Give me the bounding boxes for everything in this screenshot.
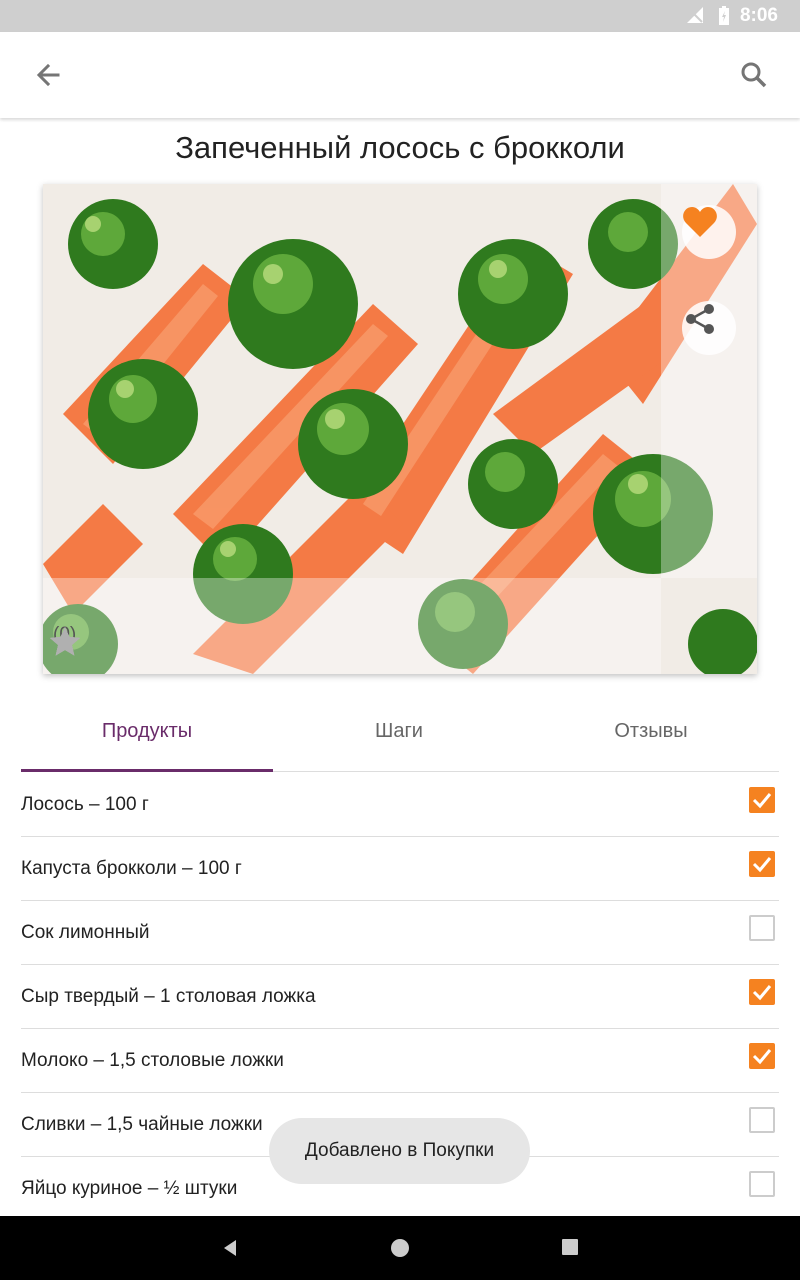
check-icon <box>752 857 772 873</box>
check-icon <box>752 793 772 809</box>
nav-back-icon[interactable] <box>220 1238 240 1263</box>
favorite-button[interactable] <box>682 205 736 259</box>
list-item: Молоко – 1,5 столовые ложки <box>21 1029 779 1093</box>
back-arrow-icon[interactable] <box>30 57 66 93</box>
ingredient-label: Сливки – 1,5 чайные ложки <box>21 1113 263 1135</box>
clock: 8:06 <box>739 5 778 26</box>
ingredient-checkbox[interactable] <box>749 1043 775 1069</box>
ingredient-checkbox[interactable] <box>749 979 775 1005</box>
ingredient-checkbox[interactable] <box>749 915 775 941</box>
list-item: Сыр твердый – 1 столовая ложка <box>21 965 779 1029</box>
rating-stars[interactable]: (0) <box>47 624 80 656</box>
ingredient-label: Яйцо куриное – ½ штуки <box>21 1177 238 1199</box>
ingredient-label: Капуста брокколи – 100 г <box>21 857 242 879</box>
star-icon[interactable] <box>47 624 83 660</box>
ingredient-label: Лосось – 100 г <box>21 793 149 815</box>
no-signal-icon <box>686 6 704 29</box>
share-icon <box>686 304 714 334</box>
nav-home-icon[interactable] <box>390 1238 410 1263</box>
ingredient-checkbox[interactable] <box>749 1171 775 1197</box>
recipe-tabs: Продукты Шаги Отзывы <box>21 690 779 772</box>
battery-icon <box>718 6 730 31</box>
nav-recents-icon[interactable] <box>561 1238 579 1261</box>
image-bottom-overlay <box>43 578 661 674</box>
tab-steps[interactable]: Шаги <box>273 690 525 772</box>
recipe-title: Запеченный лосось с брокколи <box>175 130 625 165</box>
app-bar <box>0 32 800 118</box>
ingredient-label: Сыр твердый – 1 столовая ложка <box>21 985 316 1007</box>
list-item: Сок лимонный <box>21 901 779 965</box>
heart-icon <box>683 207 717 237</box>
check-icon <box>752 985 772 1001</box>
search-icon[interactable] <box>736 57 772 93</box>
tab-products[interactable]: Продукты <box>21 690 273 772</box>
ingredient-checkbox[interactable] <box>749 1107 775 1133</box>
system-nav-bar <box>0 1216 800 1280</box>
list-item: Капуста брокколи – 100 г <box>21 837 779 901</box>
share-button[interactable] <box>682 301 736 355</box>
check-icon <box>752 1049 772 1065</box>
active-tab-indicator <box>21 769 273 772</box>
ingredient-label: Молоко – 1,5 столовые ложки <box>21 1049 284 1071</box>
ingredient-label: Сок лимонный <box>21 921 150 943</box>
status-bar: 8:06 <box>0 0 800 32</box>
list-item: Лосось – 100 г <box>21 773 779 837</box>
ingredient-checkbox[interactable] <box>749 787 775 813</box>
toast-message: Добавлено в Покупки <box>269 1118 530 1184</box>
tab-reviews[interactable]: Отзывы <box>525 690 777 772</box>
ingredient-checkbox[interactable] <box>749 851 775 877</box>
recipe-photo: (0) <box>43 184 757 674</box>
